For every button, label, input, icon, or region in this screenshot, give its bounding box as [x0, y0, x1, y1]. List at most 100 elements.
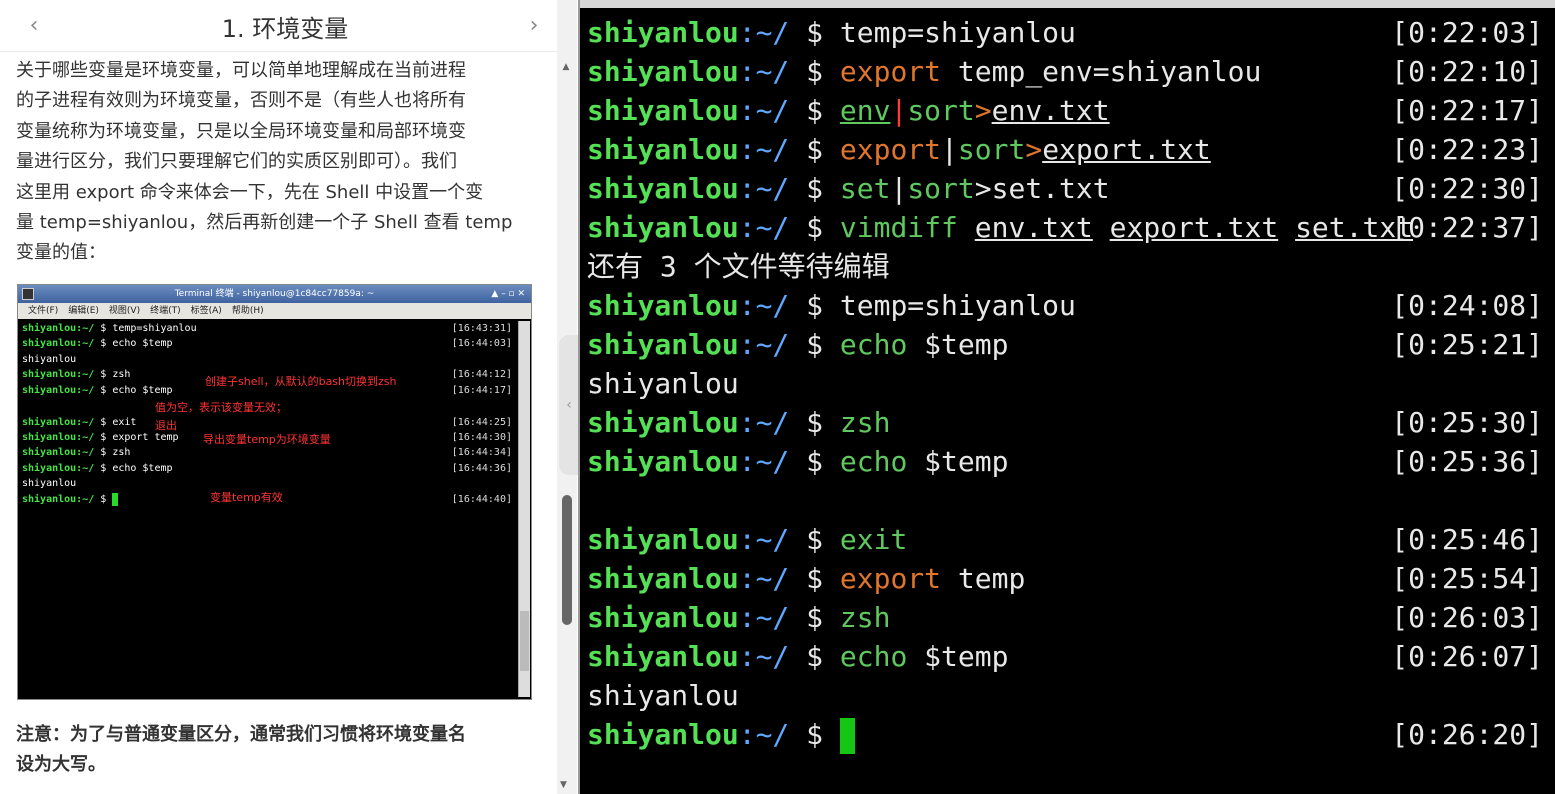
screenshot-prompt: shiyanlou:~/ — [22, 432, 95, 443]
command-token: echo — [839, 328, 908, 361]
command-token: set — [839, 172, 891, 205]
scroll-up-icon[interactable]: ▲ — [560, 62, 572, 74]
command-token: temp=shiyanlou — [839, 289, 1076, 322]
prompt-host: shiyanlou — [587, 523, 739, 556]
prompt-path: :~/ — [738, 406, 790, 439]
page-title: 1. 环境变量 — [221, 15, 349, 43]
doc-text: 关于哪些变量是环境变量，可以简单地理解成在当前进程 — [16, 60, 466, 81]
prompt-host: shiyanlou — [587, 640, 739, 673]
command-token: $temp — [907, 328, 1009, 361]
terminal-window[interactable]: shiyanlou:~/ $ temp=shiyanlou [0:22:03] sh… — [578, 0, 1555, 794]
prompt-dollar: $ — [806, 55, 824, 88]
screenshot-annotation: 创建子shell，从默认的bash切换到zsh — [205, 375, 397, 388]
terminal-timestamp: [0:22:17] — [1391, 94, 1543, 127]
doc-text: 这里用 — [16, 181, 76, 203]
terminal-command-line: shiyanlou:~/ $ [0:26:20] — [587, 715, 1547, 754]
command-token: zsh — [839, 601, 891, 634]
doc-text: 的子进程有效则为环境变量，否则不是（有些人也将所有 — [16, 90, 466, 112]
command-token: > — [974, 94, 992, 127]
prompt-host: shiyanlou — [587, 133, 739, 166]
terminal-timestamp: [0:24:08] — [1391, 289, 1543, 322]
terminal-timestamp: [0:26:07] — [1391, 640, 1543, 673]
prompt-dollar: $ — [806, 289, 824, 322]
command-token: export.txt — [1109, 211, 1279, 244]
prompt-dollar: $ — [806, 562, 824, 595]
prompt-host: shiyanlou — [587, 211, 739, 244]
screenshot-menu-item: 文件(F) — [28, 306, 59, 316]
screenshot-command: echo $temp — [112, 463, 173, 474]
terminal-output-line: shiyanlou — [587, 364, 1547, 403]
doc-text: 量 — [16, 211, 40, 233]
doc-line: 量进行区分，我们只要理解它们的实质区别即可）。我们 — [16, 147, 526, 177]
terminal-command-line: shiyanlou:~/ $ vimdiff env.txt export.tx… — [587, 208, 1547, 247]
doc-paragraph: 关于哪些变量是环境变量，可以简单地理解成在当前进程 的子进程有效则为环境变量，否则… — [16, 56, 526, 269]
scrollbar-thumb[interactable] — [562, 495, 572, 625]
terminal-timestamp: [0:22:10] — [1391, 55, 1543, 88]
screenshot-command: temp=shiyanlou — [112, 323, 197, 334]
command-token: echo — [839, 640, 908, 673]
command-token: export.txt — [1042, 133, 1211, 166]
screenshot-menu-item: 视图(V) — [108, 306, 141, 316]
prompt-path: :~/ — [738, 55, 790, 88]
screenshot-command: shiyanlou — [22, 478, 77, 489]
screenshot-menu-item: 帮助(H) — [231, 306, 264, 316]
command-token: env.txt — [974, 211, 1093, 244]
screenshot-timestamp: [16:44:40] — [451, 494, 512, 505]
screenshot-dollar: $ — [94, 447, 113, 458]
screenshot-command: zsh — [112, 369, 131, 380]
screenshot-dollar: $ — [94, 369, 113, 380]
terminal-command-line: shiyanlou:~/ $ temp=shiyanlou [0:22:03] — [587, 13, 1547, 52]
screenshot-dollar: $ — [94, 494, 113, 505]
doc-line: 的子进程有效则为环境变量，否则不是（有些人也将所有 — [16, 86, 526, 116]
prompt-path: :~/ — [738, 16, 790, 49]
terminal-title-strip — [580, 0, 1555, 8]
screenshot-annotation: 退出 — [155, 419, 177, 432]
next-page-button[interactable]: › — [520, 12, 548, 40]
screenshot-menu-item: 编辑(E) — [68, 306, 99, 316]
inline-code: temp — [465, 211, 513, 233]
prompt-dollar: $ — [806, 16, 824, 49]
screenshot-window-title: Terminal 终端 - shiyanlou@1c84cc77859a: ~ … — [18, 285, 531, 303]
collapse-panel-button[interactable]: ‹ — [559, 335, 579, 475]
terminal-command-line: shiyanlou:~/ $ exit [0:25:46] — [587, 520, 1547, 559]
screenshot-timestamp: [16:44:17] — [451, 385, 512, 396]
screenshot-prompt: shiyanlou:~/ — [22, 417, 95, 428]
window-controls-icon: ▲ – ▫ ✕ — [491, 289, 525, 299]
chevron-right-icon: › — [529, 13, 539, 38]
command-token: sort — [907, 94, 975, 127]
prompt-dollar: $ — [806, 94, 824, 127]
embedded-terminal-screenshot: Terminal 终端 - shiyanlou@1c84cc77859a: ~ … — [17, 284, 532, 700]
doc-panel: ‹ 1. 环境变量 › 关于哪些变量是环境变量，可以简单地理解成在当前进程 的子进… — [0, 0, 557, 794]
command-token: echo — [839, 445, 908, 478]
terminal-output-line: shiyanlou — [587, 676, 1547, 715]
doc-text: 变量的值： — [16, 242, 106, 264]
prev-page-button[interactable]: ‹ — [20, 12, 48, 40]
prompt-path: :~/ — [738, 94, 790, 127]
terminal-command-line: shiyanlou:~/ $ zsh [0:26:03] — [587, 598, 1547, 637]
terminal-output-text: 还有 3 个文件等待编辑 — [587, 250, 890, 283]
screenshot-timestamp: [16:44:25] — [451, 417, 512, 428]
chevron-left-icon: ‹ — [566, 397, 572, 413]
screenshot-prompt: shiyanlou:~/ — [22, 494, 95, 505]
prompt-host: shiyanlou — [587, 289, 739, 322]
terminal-command-line: shiyanlou:~/ $ export temp_env=shiyanlou… — [587, 52, 1547, 91]
terminal-timestamp: [0:25:54] — [1391, 562, 1543, 595]
prompt-dollar: $ — [806, 445, 824, 478]
terminal-command-line: shiyanlou:~/ $ set|sort>set.txt [0:22:30] — [587, 169, 1547, 208]
terminal-output-text: shiyanlou — [587, 679, 739, 712]
prompt-path: :~/ — [738, 523, 790, 556]
scroll-down-icon[interactable]: ▼ — [560, 780, 567, 790]
terminal-icon — [22, 288, 34, 300]
prompt-dollar: $ — [806, 601, 824, 634]
command-token: $temp — [907, 445, 1009, 478]
